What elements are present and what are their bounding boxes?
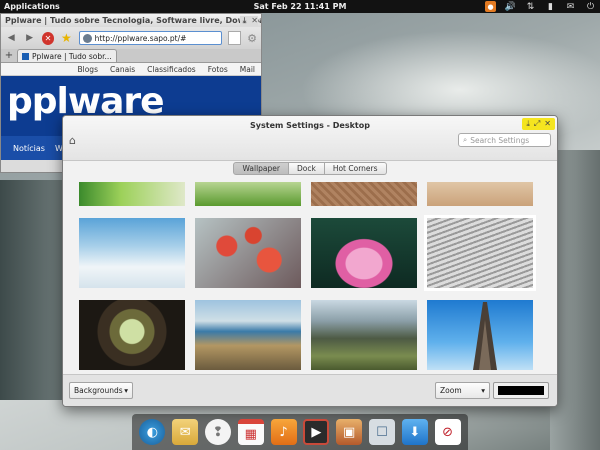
calendar-icon[interactable]: ▦: [237, 419, 264, 445]
wallpaper-thumb-mountain-valley[interactable]: [311, 300, 417, 370]
close-icon[interactable]: ✕: [544, 119, 551, 129]
maximize-icon[interactable]: ⤢: [534, 119, 540, 129]
photos-icon[interactable]: ▣: [336, 419, 363, 445]
color-swatch: [498, 386, 544, 395]
search-zoom-icon[interactable]: ⊘: [434, 419, 461, 445]
mail-icon[interactable]: ✉: [565, 1, 576, 12]
zoom-dropdown[interactable]: Zoom ▾: [435, 382, 490, 399]
network-icon[interactable]: ⇅: [525, 1, 536, 12]
wallpaper-thumb-pink-water-lily[interactable]: [311, 218, 417, 288]
wallpaper-thumb-sand-beach[interactable]: [427, 182, 533, 206]
wallpaper-grid: [79, 182, 539, 372]
wallpaper-thumb-grass-flower[interactable]: [195, 182, 301, 206]
browser-tab-label: Pplware | Tudo sobr...: [32, 51, 112, 61]
url-text: http://pplware.sapo.pt/#: [94, 33, 187, 43]
system-settings-window: System Settings - Desktop ⤓ ⤢ ✕ ⌂ ⌕ Sear…: [62, 115, 558, 407]
minimize-icon[interactable]: ⤓: [243, 16, 247, 26]
color-picker-button[interactable]: [493, 382, 549, 399]
tab-wallpaper[interactable]: Wallpaper: [233, 162, 289, 175]
url-bar[interactable]: http://pplware.sapo.pt/#: [78, 31, 222, 45]
browser-tab[interactable]: Pplware | Tudo sobr...: [17, 49, 117, 62]
favicon-icon: [22, 52, 29, 60]
back-icon[interactable]: ◀: [5, 32, 17, 45]
video-icon[interactable]: ▶: [303, 419, 330, 445]
wallpaper-thumb-eiffel-tower[interactable]: [427, 300, 533, 370]
browser-tab-strip: + Pplware | Tudo sobr...: [1, 49, 261, 63]
link-canais[interactable]: Canais: [110, 65, 135, 74]
tab-dock[interactable]: Dock: [288, 162, 325, 175]
backgrounds-dropdown-value: Backgrounds: [74, 386, 123, 395]
site-nav-noticias[interactable]: Notícias: [13, 144, 45, 153]
wallpaper-thumb-clouds-sky[interactable]: [79, 218, 185, 288]
close-icon[interactable]: ✕: [251, 16, 258, 26]
link-classificados[interactable]: Classificados: [147, 65, 196, 74]
power-icon[interactable]: ⏻: [585, 1, 596, 12]
link-fotos[interactable]: Fotos: [208, 65, 228, 74]
download-icon[interactable]: ⬇: [401, 419, 428, 445]
gear-icon[interactable]: ⚙: [247, 32, 257, 45]
indicator-area: ● 🔊 ⇅ ▮ ✉ ⏻: [485, 1, 596, 12]
tab-hot-corners[interactable]: Hot Corners: [324, 162, 387, 175]
chevron-down-icon: ▾: [124, 386, 128, 395]
link-blogs[interactable]: Blogs: [77, 65, 98, 74]
browser-titlebar: Pplware | Tudo sobre Tecnologia, Softwar…: [1, 14, 261, 27]
home-icon[interactable]: ⌂: [69, 134, 81, 147]
link-mail[interactable]: Mail: [240, 65, 255, 74]
wallpaper-thumb-sand-texture[interactable]: [311, 182, 417, 206]
wallpaper-thumb-red-maple-leaves[interactable]: [195, 218, 301, 288]
stop-icon[interactable]: ✕: [41, 31, 55, 45]
firefox-icon[interactable]: ●: [485, 1, 496, 12]
settings-header: System Settings - Desktop ⤓ ⤢ ✕ ⌂ ⌕ Sear…: [63, 116, 557, 161]
browser-window-title: Pplware | Tudo sobre Tecnologia, Softwar…: [5, 16, 262, 25]
browser-toolbar: ◀ ▶ ✕ ★ http://pplware.sapo.pt/# ⚙: [1, 27, 261, 49]
settings-icon[interactable]: ☐: [368, 419, 395, 445]
settings-tabs: Wallpaper Dock Hot Corners: [63, 162, 557, 175]
search-icon: ⌕: [463, 135, 468, 144]
site-top-links: Blogs Canais Classificados Fotos Mail: [1, 63, 261, 76]
chat-icon[interactable]: ❢: [204, 419, 231, 445]
wallpaper-thumb-grey-stripes[interactable]: [424, 215, 536, 291]
settings-search-input[interactable]: ⌕ Search Settings: [458, 133, 551, 147]
dock: ◐ ✉ ❢ ▦ ♪ ▶ ▣ ☐ ⬇ ⊘: [132, 414, 468, 450]
search-placeholder: Search Settings: [470, 135, 530, 145]
wallpaper-thumb-coast-fence[interactable]: [195, 300, 301, 370]
bookmark-star-icon[interactable]: ★: [60, 31, 72, 45]
wallpaper-thumb-green-plant[interactable]: [79, 182, 185, 206]
chevron-down-icon: ▾: [481, 386, 485, 395]
volume-icon[interactable]: 🔊: [505, 1, 516, 12]
battery-icon[interactable]: ▮: [545, 1, 556, 12]
mail-icon[interactable]: ✉: [172, 419, 199, 445]
globe-icon: [82, 33, 92, 43]
settings-footer: Backgrounds ▾ Zoom ▾: [63, 374, 557, 406]
forward-icon[interactable]: ▶: [23, 32, 35, 45]
backgrounds-dropdown[interactable]: Backgrounds ▾: [69, 382, 133, 399]
settings-window-controls: ⤓ ⤢ ✕: [522, 118, 555, 130]
new-tab-button[interactable]: +: [3, 50, 15, 62]
zoom-dropdown-value: Zoom: [440, 386, 462, 395]
music-icon[interactable]: ♪: [270, 419, 297, 445]
top-panel: Applications Sat Feb 22 11:41 PM ● 🔊 ⇅ ▮…: [0, 0, 600, 13]
search-box[interactable]: [227, 31, 242, 45]
browser-window-controls: ⤓ ✕: [239, 16, 258, 26]
minimize-icon[interactable]: ⤓: [526, 119, 530, 129]
browser-icon[interactable]: ◐: [139, 419, 166, 445]
wallpaper-thumb-wooden-bridge-tunnel[interactable]: [79, 300, 185, 370]
settings-window-title: System Settings - Desktop: [250, 121, 370, 130]
eiffel-tower-icon: [473, 302, 497, 370]
